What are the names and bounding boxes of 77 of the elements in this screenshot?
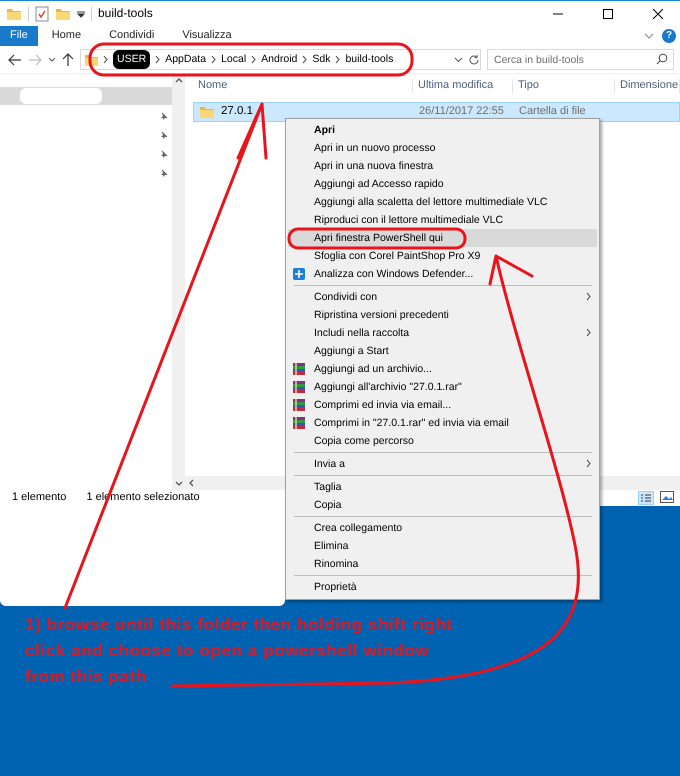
menu-item[interactable]: Ripristina versioni precedenti	[288, 306, 597, 324]
scroll-left-icon[interactable]	[189, 479, 194, 487]
close-icon	[653, 8, 663, 18]
chevron-icon	[335, 55, 340, 64]
menu-item[interactable]: Condividi con	[288, 288, 597, 306]
menu-item[interactable]: Apri in una nuova finestra	[288, 157, 597, 175]
scroll-down-icon[interactable]	[174, 481, 182, 486]
ribbon-tab[interactable]: Home	[38, 26, 96, 46]
menu-item[interactable]: Riproduci con il lettore multimediale VLC	[288, 211, 597, 229]
file-name: 27.0.1	[221, 105, 253, 119]
menu-item[interactable]: Elimina	[288, 537, 597, 555]
breadcrumb[interactable]: AppData	[165, 53, 206, 66]
table-cell-text: Cartella di file	[518, 105, 587, 119]
status-text: 1 elemento	[12, 491, 66, 505]
folder-icon	[199, 104, 215, 120]
archive-icon	[292, 362, 306, 376]
file-menu-button[interactable]: File	[0, 26, 38, 46]
menu-item[interactable]: Sfoglia con Corel PaintShop Pro X9	[288, 247, 597, 265]
breadcrumb[interactable]: Android	[261, 53, 298, 66]
chevron-icon	[251, 55, 256, 64]
column-header[interactable]: Nome	[193, 79, 413, 93]
ribbon-tab[interactable]: Visualizza	[168, 26, 246, 46]
menu-item[interactable]: Apri finestra PowerShell qui	[288, 229, 597, 247]
menu-item[interactable]: Crea collegamento	[288, 519, 597, 537]
menu-item[interactable]: Taglia	[288, 478, 597, 496]
details-view-icon[interactable]	[638, 491, 654, 505]
menu-item[interactable]: Aggiungi a Start	[288, 342, 597, 360]
menu-item[interactable]: Aggiungi alla scaletta del lettore multimediale VLC	[288, 193, 597, 211]
chevron-icon	[302, 55, 308, 64]
menu-item[interactable]: Includi nella raccolta	[288, 324, 597, 342]
menu-item[interactable]: Copia come percorso	[288, 432, 597, 450]
scroll-up-icon[interactable]	[174, 78, 182, 83]
menu-item[interactable]: Analizza con Windows Defender...	[288, 265, 597, 283]
breadcrumb[interactable]: Sdk	[312, 53, 330, 66]
column-header[interactable]: Dimensione	[615, 79, 680, 93]
menu-item[interactable]: Proprietà	[288, 578, 597, 596]
menu-item[interactable]: Aggiungi ad un archivio...	[288, 360, 597, 378]
caret-icon[interactable]	[77, 10, 85, 18]
column-header[interactable]: Ultima modifica	[413, 79, 513, 93]
menu-item[interactable]: Aggiungi all'archivio "27.0.1.rar"	[288, 378, 597, 396]
refresh-icon[interactable]	[468, 54, 480, 66]
menu-item[interactable]: Comprimi in "27.0.1.rar" ed invia via email	[288, 414, 597, 432]
archive-icon	[292, 416, 306, 430]
menu-item[interactable]: Copia	[288, 496, 597, 514]
dropdown-icon[interactable]	[454, 56, 463, 62]
menu-item[interactable]: Rinomina	[288, 555, 597, 573]
menu-item[interactable]: Comprimi ed invia via email...	[288, 396, 597, 414]
recent-locations-icon[interactable]	[48, 56, 56, 62]
menu-item[interactable]: Aggiungi ad Accesso rapido	[288, 175, 597, 193]
thumbnail-view-icon[interactable]	[660, 491, 674, 503]
breadcrumb[interactable]: build-tools	[345, 53, 394, 66]
address-bar[interactable]: USER AppData Local Android Sdk build-tools	[80, 49, 481, 70]
expand-ribbon-icon[interactable]	[644, 33, 654, 39]
chevron-icon	[103, 55, 108, 64]
help-button[interactable]: ?	[662, 29, 676, 43]
menu-item[interactable]: Apri	[288, 121, 597, 139]
chevron-icon	[155, 55, 160, 64]
search-field[interactable]: Cerca in build-tools	[487, 49, 674, 70]
breadcrumb[interactable]: Local	[221, 53, 246, 66]
window-title: build-tools	[98, 6, 153, 21]
maximize-icon	[603, 8, 613, 18]
menu-item[interactable]: Invia a	[288, 455, 597, 473]
chevron-icon	[211, 55, 216, 64]
search-icon[interactable]	[656, 53, 668, 65]
redacted-label: USER	[113, 50, 150, 69]
ribbon-tab[interactable]: Condividi	[95, 26, 168, 46]
up-arrow-icon[interactable]	[62, 52, 74, 66]
menu-item[interactable]: Apri in un nuovo processo	[288, 139, 597, 157]
archive-icon	[292, 380, 306, 394]
back-arrow-icon[interactable]	[8, 54, 22, 66]
scrollbar[interactable]	[172, 74, 185, 490]
column-header[interactable]: Tipo	[513, 79, 615, 93]
table-cell-text: 26/11/2017 22:55	[418, 105, 505, 119]
shield-icon	[292, 267, 306, 281]
annotation-text: 1) browse until this folder then holding shift right click and choose to open a powershell window from this path	[25, 614, 453, 688]
archive-icon	[292, 398, 306, 412]
properties-icon[interactable]	[35, 6, 49, 22]
